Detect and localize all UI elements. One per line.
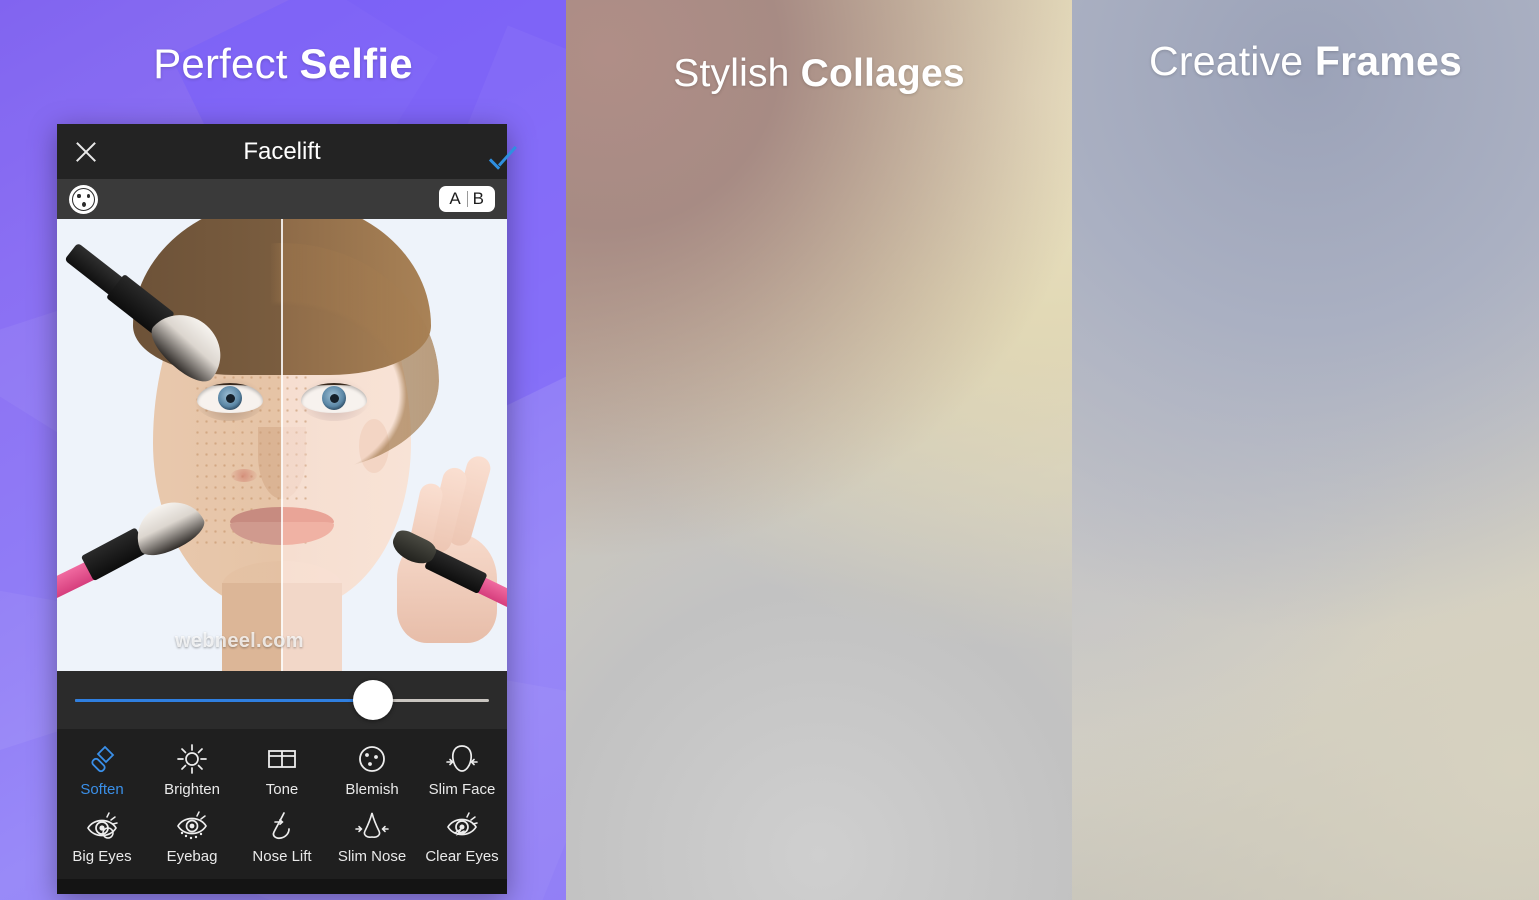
nose-lift-icon (272, 812, 290, 840)
panel2-headline: Stylish Collages (566, 52, 1072, 96)
soften-brush-icon (91, 745, 115, 773)
close-icon (73, 139, 99, 165)
close-button[interactable] (57, 139, 99, 165)
tool-slim-face[interactable]: Slim Face (417, 735, 507, 804)
headline-light: Stylish (673, 52, 801, 95)
tool-blemish[interactable]: Blemish (327, 735, 417, 804)
tool-big-eyes[interactable]: Big Eyes (57, 804, 147, 871)
facelift-toolbar: Soften Brighten Tone Blemish Slim Face B… (57, 729, 507, 879)
tool-row-1: Soften Brighten Tone Blemish Slim Face (57, 735, 507, 804)
tool-clear-eyes[interactable]: Clear Eyes (417, 804, 507, 871)
before-after-divider (281, 219, 283, 671)
tool-label: Tone (265, 781, 299, 798)
screenshot-root: Perfect Selfie Facelift A B webneel.com … (0, 0, 1539, 900)
tool-label: Slim Face (428, 781, 496, 798)
panel3-background (1072, 0, 1539, 900)
blemish-dots-icon (359, 746, 385, 772)
big-eyes-icon (87, 812, 118, 839)
headline-light: Creative (1149, 38, 1315, 84)
tool-label: Slim Nose (337, 848, 407, 865)
ab-compare-toggle[interactable]: A B (439, 186, 495, 212)
slider-fill (75, 698, 374, 702)
eyebag-icon (177, 811, 207, 840)
tool-label: Eyebag (166, 848, 218, 865)
tool-eyebag[interactable]: Eyebag (147, 804, 237, 871)
face-icon[interactable] (69, 184, 98, 214)
panel3-headline: Creative Frames (1072, 38, 1539, 85)
headline-bold: Collages (800, 52, 965, 95)
headline-bold: Selfie (299, 40, 413, 87)
panel1-headline: Perfect Selfie (0, 40, 566, 88)
panel-perfect-selfie: Perfect Selfie Facelift A B webneel.com … (0, 0, 566, 900)
tool-brighten[interactable]: Brighten (147, 735, 237, 804)
phone-mockup-selfie: Facelift A B webneel.com Soften Brighten… (57, 124, 507, 894)
tool-label: Blemish (345, 781, 399, 798)
slim-face-icon (446, 745, 478, 772)
tool-soften[interactable]: Soften (57, 735, 147, 804)
tone-panels-icon (268, 750, 296, 768)
tool-row-2: Big Eyes Eyebag Nose Lift Slim Nose Clea… (57, 804, 507, 871)
sun-icon (177, 744, 207, 774)
tool-tone[interactable]: Tone (237, 735, 327, 804)
panel-creative-frames: Creative Frames Back PIP Next (1072, 0, 1539, 900)
ab-divider (466, 191, 468, 207)
tool-label: Clear Eyes (425, 848, 499, 865)
facelift-navbar: Facelift (57, 124, 507, 179)
intensity-slider[interactable] (57, 671, 507, 729)
tool-label: Brighten (164, 781, 220, 798)
tool-nose-lift[interactable]: Nose Lift (237, 804, 327, 871)
slider-track[interactable] (75, 680, 489, 720)
ab-label-a: A (449, 189, 462, 208)
panel2-background (566, 0, 1072, 900)
tool-label: Nose Lift (252, 848, 312, 865)
tool-label: Big Eyes (72, 848, 132, 865)
facelift-subbar: A B (57, 179, 507, 219)
facelift-title: Facelift (243, 137, 321, 165)
facelift-photo-canvas[interactable]: webneel.com (57, 219, 507, 671)
tool-slim-nose[interactable]: Slim Nose (327, 804, 417, 871)
headline-bold: Frames (1314, 38, 1462, 84)
clear-eyes-icon (447, 812, 478, 836)
panel-stylish-collages: Stylish Collages Back Save INSTAMAG ENJO… (566, 0, 1072, 900)
slim-nose-icon (355, 812, 389, 838)
slider-knob[interactable] (353, 680, 394, 720)
ab-label-b: B (472, 189, 485, 208)
tool-label: Soften (80, 781, 124, 798)
headline-light: Perfect (153, 40, 300, 87)
